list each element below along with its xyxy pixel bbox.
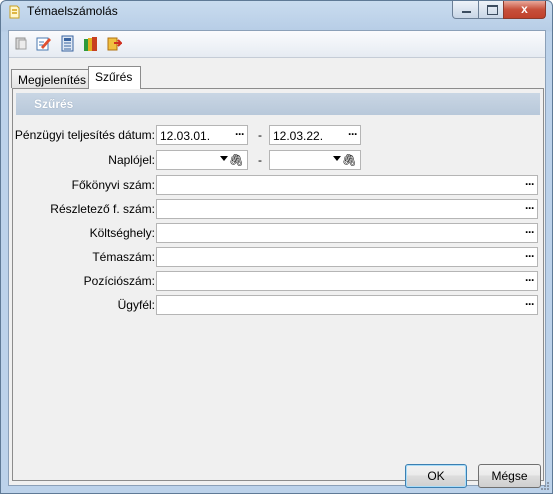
close-icon: x	[521, 2, 528, 16]
cost-center-row: Költséghely: ···	[13, 223, 543, 245]
date-from-value: 12.03.01.	[160, 129, 211, 143]
ledger-number-lookup-icon[interactable]: ···	[525, 177, 535, 191]
ledger-number-input[interactable]: ···	[156, 175, 538, 195]
date-to-field[interactable]: 12.03.22. ···	[269, 125, 361, 145]
customer-label: Ügyfél:	[117, 298, 155, 312]
minimize-icon	[462, 11, 471, 13]
maximize-icon	[487, 5, 498, 15]
journal-from-select[interactable]: 🖇	[156, 150, 248, 170]
books-icon[interactable]	[82, 35, 99, 52]
cost-center-input[interactable]: ···	[156, 223, 538, 243]
window-title: Témaelszámolás	[27, 4, 118, 18]
ok-button[interactable]: OK	[405, 464, 467, 488]
minimize-button[interactable]	[452, 1, 479, 19]
dialog-window: Témaelszámolás x Megjelenítés Szűrés Szű…	[0, 0, 553, 494]
date-label: Pénzügyi teljesítés dátum:	[14, 128, 155, 142]
title-bar[interactable]: Témaelszámolás x	[1, 1, 552, 23]
position-number-label: Pozíciószám:	[83, 274, 155, 288]
topic-number-lookup-icon[interactable]: ···	[525, 249, 535, 263]
chevron-down-icon[interactable]	[220, 156, 228, 161]
export-icon[interactable]	[105, 35, 122, 52]
tab-szures[interactable]: Szűrés	[88, 66, 141, 89]
topic-number-input[interactable]: ···	[156, 247, 538, 267]
journal-to-select[interactable]: 🖇	[269, 150, 361, 170]
client-area: Megjelenítés Szűrés Szűrés Pénzügyi telj…	[8, 30, 546, 488]
customer-row: Ügyfél: ···	[13, 295, 543, 317]
date-filter-row: Pénzügyi teljesítés dátum: 12.03.01. ···…	[13, 125, 543, 147]
date-from-picker-icon[interactable]: ···	[235, 127, 245, 141]
topic-number-label: Témaszám:	[92, 250, 155, 264]
app-icon	[9, 5, 20, 19]
customer-input[interactable]: ···	[156, 295, 538, 315]
date-to-value: 12.03.22.	[273, 129, 324, 143]
ledger-number-label: Főkönyvi szám:	[71, 178, 155, 192]
clear-icon[interactable]	[13, 35, 30, 52]
customer-lookup-icon[interactable]: ···	[525, 297, 535, 311]
section-header: Szűrés	[16, 93, 540, 115]
toolbar	[9, 31, 545, 58]
cancel-button[interactable]: Mégse	[478, 464, 541, 488]
filter-panel: Szűrés Pénzügyi teljesítés dátum: 12.03.…	[12, 88, 544, 481]
date-to-picker-icon[interactable]: ···	[348, 127, 358, 141]
topic-number-row: Témaszám: ···	[13, 247, 543, 269]
sub-ledger-label: Részletező f. szám:	[50, 202, 155, 216]
journal-range-separator: -	[258, 153, 262, 167]
calculator-icon[interactable]	[59, 35, 76, 52]
edit-icon[interactable]	[35, 35, 52, 52]
position-number-input[interactable]: ···	[156, 271, 538, 291]
tab-megjelenites[interactable]: Megjelenítés	[11, 69, 89, 88]
paperclip-icon[interactable]: 🖇	[229, 153, 244, 167]
position-number-row: Pozíciószám: ···	[13, 271, 543, 293]
date-range-separator: -	[258, 128, 262, 142]
sub-ledger-input[interactable]: ···	[156, 199, 538, 219]
cost-center-label: Költséghely:	[89, 226, 155, 240]
close-button[interactable]: x	[503, 1, 546, 19]
journal-filter-row: Naplójel: 🖇 - 🖇	[13, 150, 543, 172]
date-from-field[interactable]: 12.03.01. ···	[156, 125, 248, 145]
cost-center-lookup-icon[interactable]: ···	[525, 225, 535, 239]
chevron-down-icon[interactable]	[333, 156, 341, 161]
paperclip-icon[interactable]: 🖇	[342, 153, 357, 167]
journal-label: Naplójel:	[108, 153, 155, 167]
sub-ledger-row: Részletező f. szám: ···	[13, 199, 543, 221]
section-title: Szűrés	[34, 97, 74, 111]
position-number-lookup-icon[interactable]: ···	[525, 273, 535, 287]
resize-grip-icon[interactable]	[540, 481, 550, 491]
ledger-number-row: Főkönyvi szám: ···	[13, 175, 543, 197]
sub-ledger-lookup-icon[interactable]: ···	[525, 201, 535, 215]
maximize-button[interactable]	[478, 1, 504, 19]
